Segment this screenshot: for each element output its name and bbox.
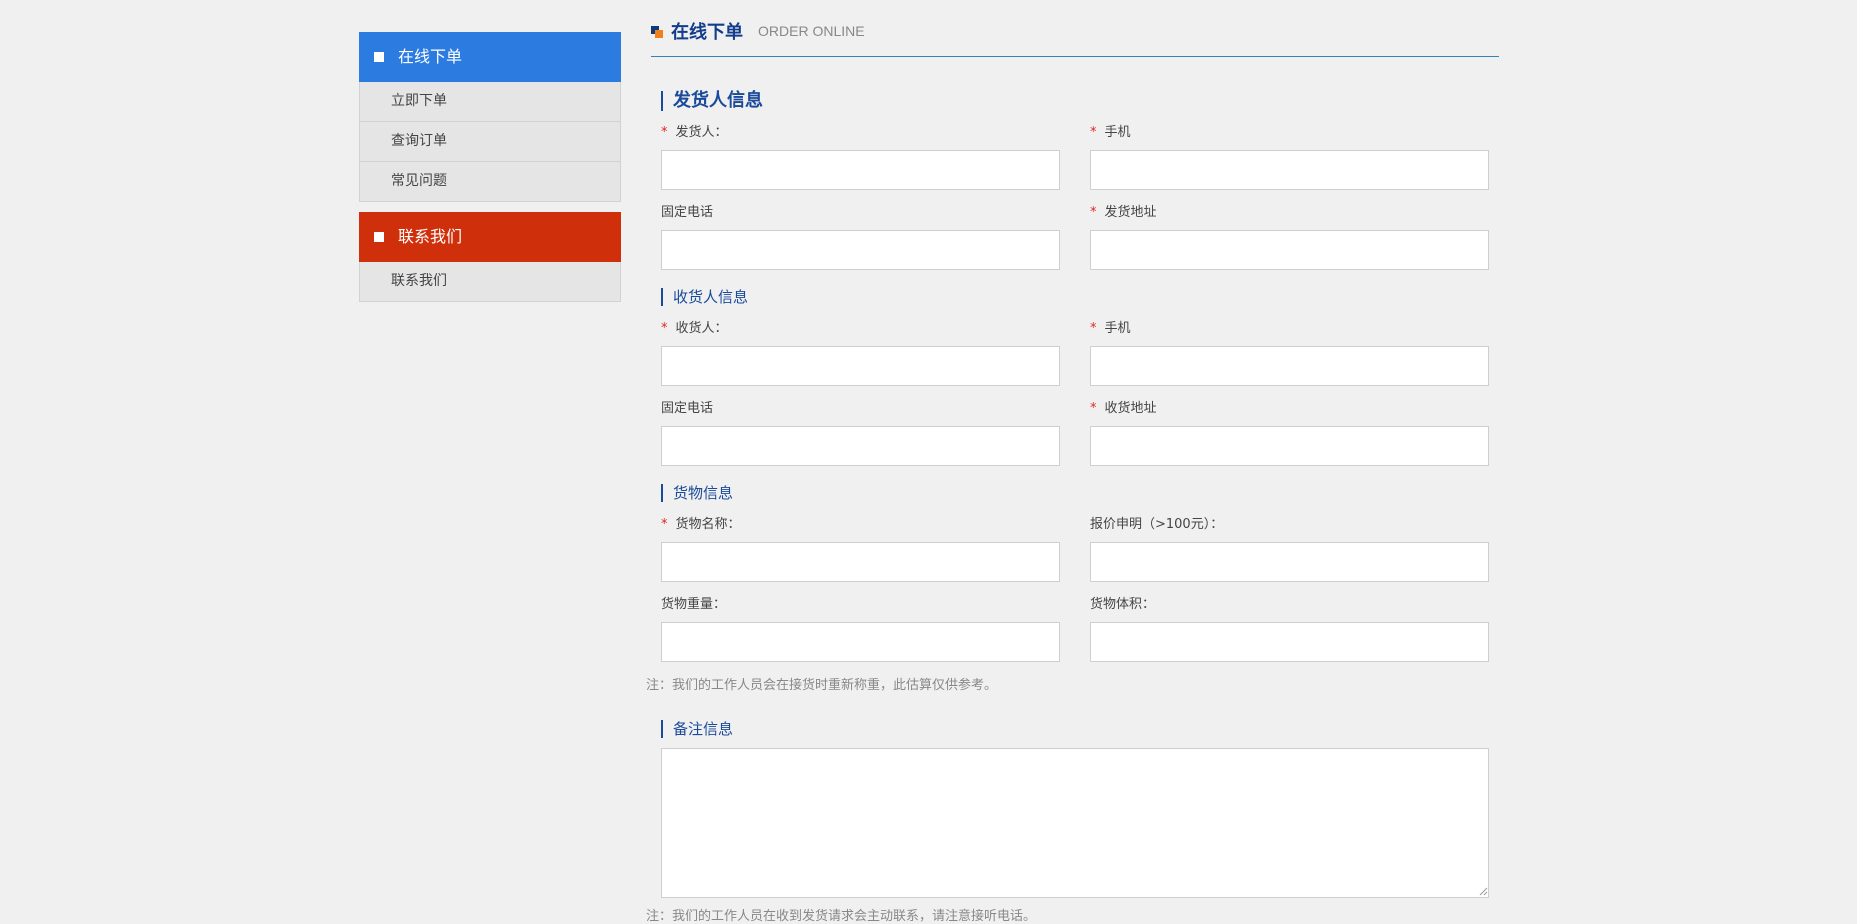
goods-name-label: * 货物名称： xyxy=(661,517,741,532)
sender-name-label: * 发货人： xyxy=(661,125,728,140)
goods-note: 注：我们的工作人员会在接货时重新称重，此估算仅供参考。 xyxy=(646,678,998,693)
sidebar-item-contact[interactable]: 联系我们 xyxy=(359,262,621,302)
sidebar-item-place-order[interactable]: 立即下单 xyxy=(359,82,621,122)
sidebar-item-faq[interactable]: 常见问题 xyxy=(359,162,621,202)
remarks-note: 注：我们的工作人员在收到发货请求会主动联系，请注意接听电话。 xyxy=(646,909,1037,924)
receiver-name-input[interactable] xyxy=(661,346,1060,386)
title-squares-icon xyxy=(651,26,663,38)
goods-volume-label: 货物体积： xyxy=(1090,597,1156,612)
page-title: 在线下单 xyxy=(671,22,743,43)
sender-phone-label: * 手机 xyxy=(1090,125,1131,140)
receiver-phone-input[interactable] xyxy=(1090,346,1489,386)
remarks-textarea[interactable] xyxy=(661,748,1489,898)
receiver-phone-label: * 手机 xyxy=(1090,321,1131,336)
receiver-tel-label: 固定电话 xyxy=(661,401,714,416)
sidebar-contact-header[interactable]: 联系我们 xyxy=(359,212,621,262)
goods-insured-label: 报价申明（>100元）： xyxy=(1090,517,1224,532)
goods-weight-label: 货物重量： xyxy=(661,597,727,612)
receiver-address-label: * 收货地址 xyxy=(1090,401,1157,416)
sidebar-item-query-order[interactable]: 查询订单 xyxy=(359,122,621,162)
receiver-name-label: * 收货人： xyxy=(661,321,728,336)
square-bullet-icon xyxy=(374,52,384,62)
goods-volume-input[interactable] xyxy=(1090,622,1489,662)
page-header: 在线下单 ORDER ONLINE xyxy=(651,16,1499,57)
sender-tel-input[interactable] xyxy=(661,230,1060,270)
receiver-address-input[interactable] xyxy=(1090,426,1489,466)
sender-tel-label: 固定电话 xyxy=(661,205,714,220)
sender-phone-input[interactable] xyxy=(1090,150,1489,190)
sender-address-input[interactable] xyxy=(1090,230,1489,270)
sender-heading: 发货人信息 xyxy=(661,91,763,111)
sidebar-contact-title: 联系我们 xyxy=(398,227,463,246)
remarks-heading: 备注信息 xyxy=(661,720,733,738)
goods-name-input[interactable] xyxy=(661,542,1060,582)
resize-grip-icon[interactable] xyxy=(1478,886,1488,896)
receiver-tel-input[interactable] xyxy=(661,426,1060,466)
sender-address-label: * 发货地址 xyxy=(1090,205,1157,220)
goods-insured-input[interactable] xyxy=(1090,542,1489,582)
page-subtitle: ORDER ONLINE xyxy=(758,23,865,39)
sender-name-input[interactable] xyxy=(661,150,1060,190)
square-bullet-icon xyxy=(374,232,384,242)
sidebar-order-title: 在线下单 xyxy=(398,47,463,66)
sidebar-order-header[interactable]: 在线下单 xyxy=(359,32,621,82)
receiver-heading: 收货人信息 xyxy=(661,288,748,306)
goods-heading: 货物信息 xyxy=(661,484,733,502)
goods-weight-input[interactable] xyxy=(661,622,1060,662)
